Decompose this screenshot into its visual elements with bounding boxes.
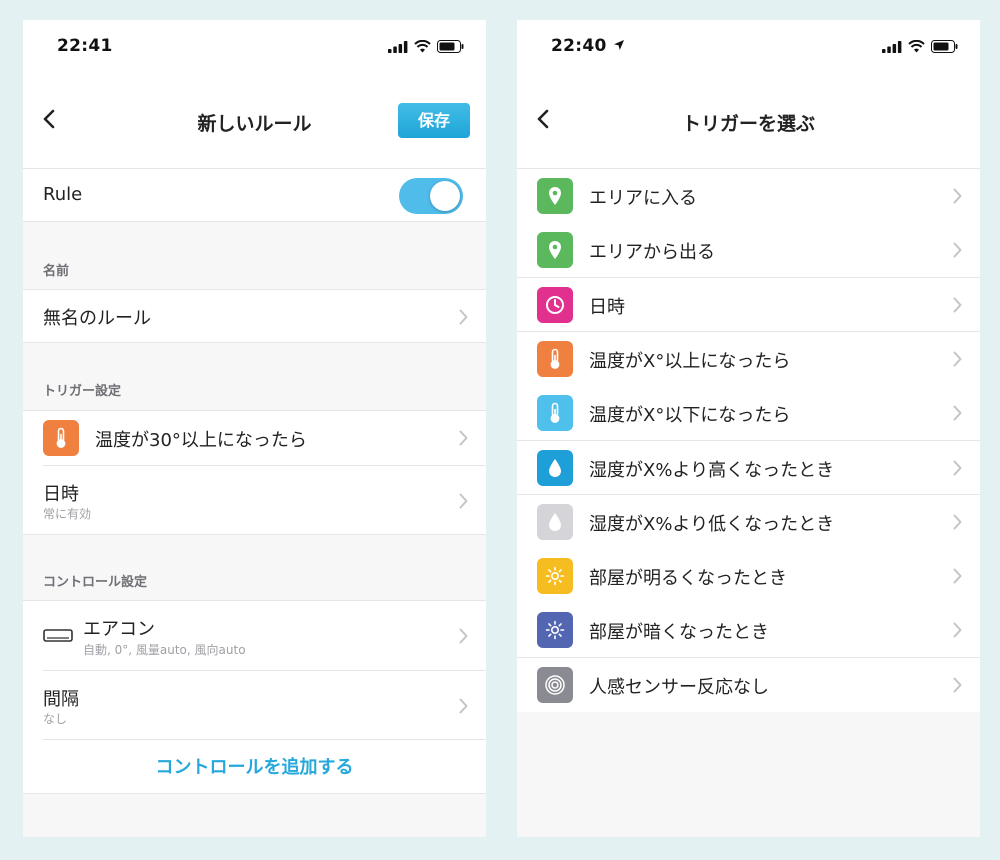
chevron-right-icon: [953, 677, 962, 693]
cellular-signal-icon: [882, 40, 902, 53]
trigger-option-label: エリアから出る: [589, 242, 715, 264]
aircon-settings: 自動, 0°, 風量auto, 風向auto: [83, 643, 246, 657]
trigger-list: エリアに入る エリアから出る 日時温度がX°以上になったら 温度がX°以下になったら湿…: [517, 168, 980, 712]
clock-icon: [537, 286, 573, 323]
wifi-icon: [414, 40, 431, 53]
location-pin-icon: [537, 232, 573, 269]
name-section-header: 名前: [43, 264, 70, 279]
trigger-option[interactable]: 温度がX°以下になったら: [517, 386, 980, 441]
chevron-right-icon: [459, 430, 468, 446]
trigger-option-label: 温度がX°以上になったら: [589, 350, 791, 372]
interval-row[interactable]: 間隔 なし: [23, 671, 486, 739]
aircon-label: エアコン: [83, 619, 155, 640]
status-time: 22:40: [551, 36, 625, 56]
trigger-option[interactable]: 日時: [517, 277, 980, 332]
sun-icon: [537, 612, 573, 649]
rule-name-row[interactable]: 無名のルール: [23, 289, 486, 343]
chevron-right-icon: [953, 351, 962, 367]
nav-bar: 新しいルール 保存: [23, 76, 486, 168]
motion-sensor-icon: [537, 666, 573, 703]
aircon-row[interactable]: エアコン 自動, 0°, 風量auto, 風向auto: [23, 601, 486, 670]
trigger-option-label: 部屋が暗くなったとき: [589, 622, 769, 644]
chevron-right-icon: [459, 698, 468, 714]
nav-bar: トリガーを選ぶ: [517, 76, 980, 168]
status-time: 22:41: [57, 36, 113, 56]
water-drop-icon: [537, 449, 573, 486]
trigger-option-label: 日時: [589, 296, 625, 318]
control-group: エアコン 自動, 0°, 風量auto, 風向auto 間隔 なし コントロール…: [23, 600, 486, 794]
trigger-option-label: 部屋が明るくなったとき: [589, 568, 787, 590]
thermometer-icon: [537, 395, 573, 432]
trigger-option[interactable]: 部屋が明るくなったとき: [517, 549, 980, 604]
status-icons: [882, 40, 958, 53]
thermometer-icon: [43, 420, 79, 456]
trigger-option-label: 温度がX°以下になったら: [589, 405, 791, 427]
new-rule-screen: 22:41 新しいルール 保存 Rule 名前 無名のルール トリガー設定 温度…: [23, 20, 486, 837]
status-time-text: 22:40: [551, 36, 607, 56]
page-title: トリガーを選ぶ: [681, 113, 815, 135]
location-arrow-icon: [613, 40, 624, 50]
rule-name-value: 無名のルール: [43, 308, 151, 329]
status-bar: 22:41: [23, 20, 486, 76]
trigger-option-label: 人感センサー反応なし: [589, 676, 769, 698]
thermometer-icon: [537, 340, 573, 377]
chevron-right-icon: [459, 493, 468, 509]
cellular-signal-icon: [388, 40, 408, 53]
status-icons: [388, 40, 464, 53]
trigger-option[interactable]: 湿度がX%より高くなったとき: [517, 440, 980, 495]
wifi-icon: [908, 40, 925, 53]
trigger-option-label: エリアに入る: [589, 188, 697, 209]
trigger-option-label: 湿度がX%より低くなったとき: [589, 513, 835, 535]
trigger-option-label: 湿度がX%より高くなったとき: [589, 459, 835, 481]
chevron-right-icon: [953, 460, 962, 475]
trigger-option[interactable]: 温度がX°以上になったら: [517, 331, 980, 387]
interval-label: 間隔: [43, 689, 79, 710]
chevron-right-icon: [459, 628, 468, 644]
chevron-right-icon: [953, 297, 962, 313]
chevron-right-icon: [953, 568, 962, 584]
trigger-label: 温度が30°以上になったら: [95, 430, 307, 451]
datetime-row[interactable]: 日時 常に有効: [23, 466, 486, 534]
interval-sub: なし: [43, 712, 68, 726]
chevron-right-icon: [953, 622, 962, 638]
rule-label: Rule: [43, 184, 83, 205]
rule-toggle-row: Rule: [23, 168, 486, 222]
chevron-right-icon: [953, 405, 962, 421]
control-section-header: コントロール設定: [43, 575, 148, 590]
divider: [43, 739, 486, 740]
chevron-right-icon: [953, 242, 962, 258]
status-bar: 22:40: [517, 20, 980, 76]
trigger-group: 温度が30°以上になったら 日時 常に有効: [23, 410, 486, 535]
chevron-right-icon: [459, 309, 468, 325]
chevron-right-icon: [953, 188, 962, 204]
trigger-option[interactable]: エリアに入る: [517, 169, 980, 224]
battery-icon: [931, 40, 958, 53]
chevron-right-icon: [953, 514, 962, 530]
trigger-option[interactable]: 人感センサー反応なし: [517, 657, 980, 712]
trigger-row[interactable]: 温度が30°以上になったら: [23, 411, 486, 465]
save-button[interactable]: 保存: [398, 103, 470, 138]
datetime-label: 日時: [43, 484, 79, 505]
battery-icon: [437, 40, 464, 53]
location-pin-icon: [537, 178, 573, 214]
add-control-button[interactable]: コントロールを追加する: [23, 753, 486, 779]
water-drop-icon: [537, 503, 573, 540]
choose-trigger-screen: 22:40 トリガーを選ぶ エリアに入る エリアから出る 日時温度がX°以上になった…: [517, 20, 980, 837]
air-conditioner-icon: [43, 629, 73, 642]
trigger-option[interactable]: エリアから出る: [517, 223, 980, 278]
sun-icon: [537, 558, 573, 595]
toggle-knob: [430, 181, 460, 211]
trigger-option[interactable]: 部屋が暗くなったとき: [517, 603, 980, 658]
datetime-sub: 常に有効: [43, 507, 92, 521]
trigger-option[interactable]: 湿度がX%より低くなったとき: [517, 494, 980, 550]
rule-toggle[interactable]: [399, 178, 463, 214]
trigger-section-header: トリガー設定: [43, 384, 122, 399]
